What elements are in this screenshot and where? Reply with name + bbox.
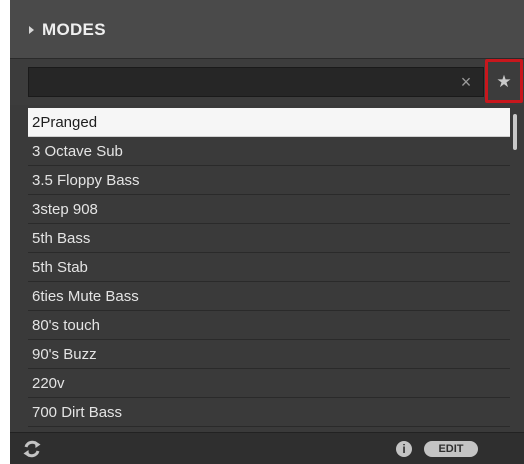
list-item[interactable]: 90's Buzz (28, 340, 510, 369)
search-input[interactable] (28, 67, 484, 97)
list-item[interactable]: 3step 908 (28, 195, 510, 224)
header-title: MODES (42, 20, 106, 39)
close-icon[interactable]: × (458, 73, 474, 91)
list-item[interactable]: 220v (28, 369, 510, 398)
list-item[interactable]: 6ties Mute Bass (28, 282, 510, 311)
scroll-thumb[interactable] (513, 114, 517, 150)
list-item[interactable]: 700 Dirt Bass (28, 398, 510, 427)
footer-bar: i EDIT (10, 432, 524, 464)
scrollbar[interactable] (513, 112, 519, 430)
preset-list: 2Pranged 3 Octave Sub 3.5 Floppy Bass 3step… (10, 106, 510, 431)
list-item[interactable]: 2Pranged (28, 108, 510, 137)
edit-button[interactable]: EDIT (424, 441, 478, 457)
triangle-right-icon[interactable] (29, 26, 34, 34)
favorites-button[interactable]: ★ (485, 59, 523, 103)
browser-panel: MODES × ★ 2Pranged 3 Octave Sub 3.5 Floppy… (10, 0, 524, 464)
list-item[interactable]: 3.5 Floppy Bass (28, 166, 510, 195)
list-item[interactable]: 3 Octave Sub (28, 137, 510, 166)
list-item[interactable]: 5th Stab (28, 253, 510, 282)
modes-header[interactable]: MODES (10, 0, 524, 59)
star-icon: ★ (496, 72, 512, 91)
refresh-icon[interactable] (21, 438, 43, 460)
list-item[interactable]: 80's touch (28, 311, 510, 340)
search-row: × ★ (10, 59, 524, 105)
info-icon[interactable]: i (396, 441, 412, 457)
list-item[interactable]: 5th Bass (28, 224, 510, 253)
